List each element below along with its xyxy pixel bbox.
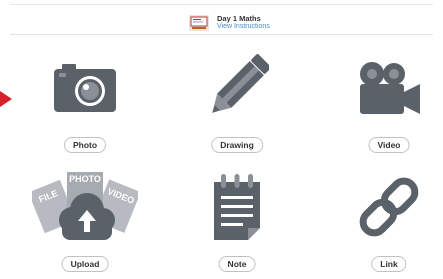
photo-card-label: PHOTO — [69, 174, 101, 184]
chain-link-icon — [334, 164, 443, 250]
drawing-option[interactable]: Drawing — [182, 45, 292, 160]
drawing-label: Drawing — [211, 137, 263, 153]
cloud-upload-icon: FILE VIDEO PHOTO — [30, 164, 140, 250]
upload-label: Upload — [61, 256, 109, 272]
header-divider — [10, 34, 433, 35]
note-option[interactable]: Note — [182, 164, 292, 279]
pointer-arrow-icon — [0, 91, 12, 107]
link-option[interactable]: Link — [334, 164, 443, 279]
note-label: Note — [218, 256, 256, 272]
video-camera-icon — [334, 45, 443, 131]
video-label: Video — [368, 137, 410, 153]
pencil-icon — [182, 45, 292, 131]
video-option[interactable]: Video — [334, 45, 443, 160]
activity-header: Day 1 Maths View Instructions — [0, 5, 443, 35]
camera-icon — [30, 45, 140, 131]
notepad-icon — [182, 164, 292, 250]
whiteboard-thumbnail-icon — [189, 15, 209, 31]
link-label: Link — [371, 256, 407, 272]
photo-option[interactable]: Photo — [30, 45, 140, 160]
view-instructions-link[interactable]: View Instructions — [217, 23, 270, 30]
activity-title: Day 1 Maths — [217, 14, 261, 23]
upload-option[interactable]: FILE VIDEO PHOTO Upload — [30, 164, 140, 279]
photo-label: Photo — [63, 137, 107, 153]
